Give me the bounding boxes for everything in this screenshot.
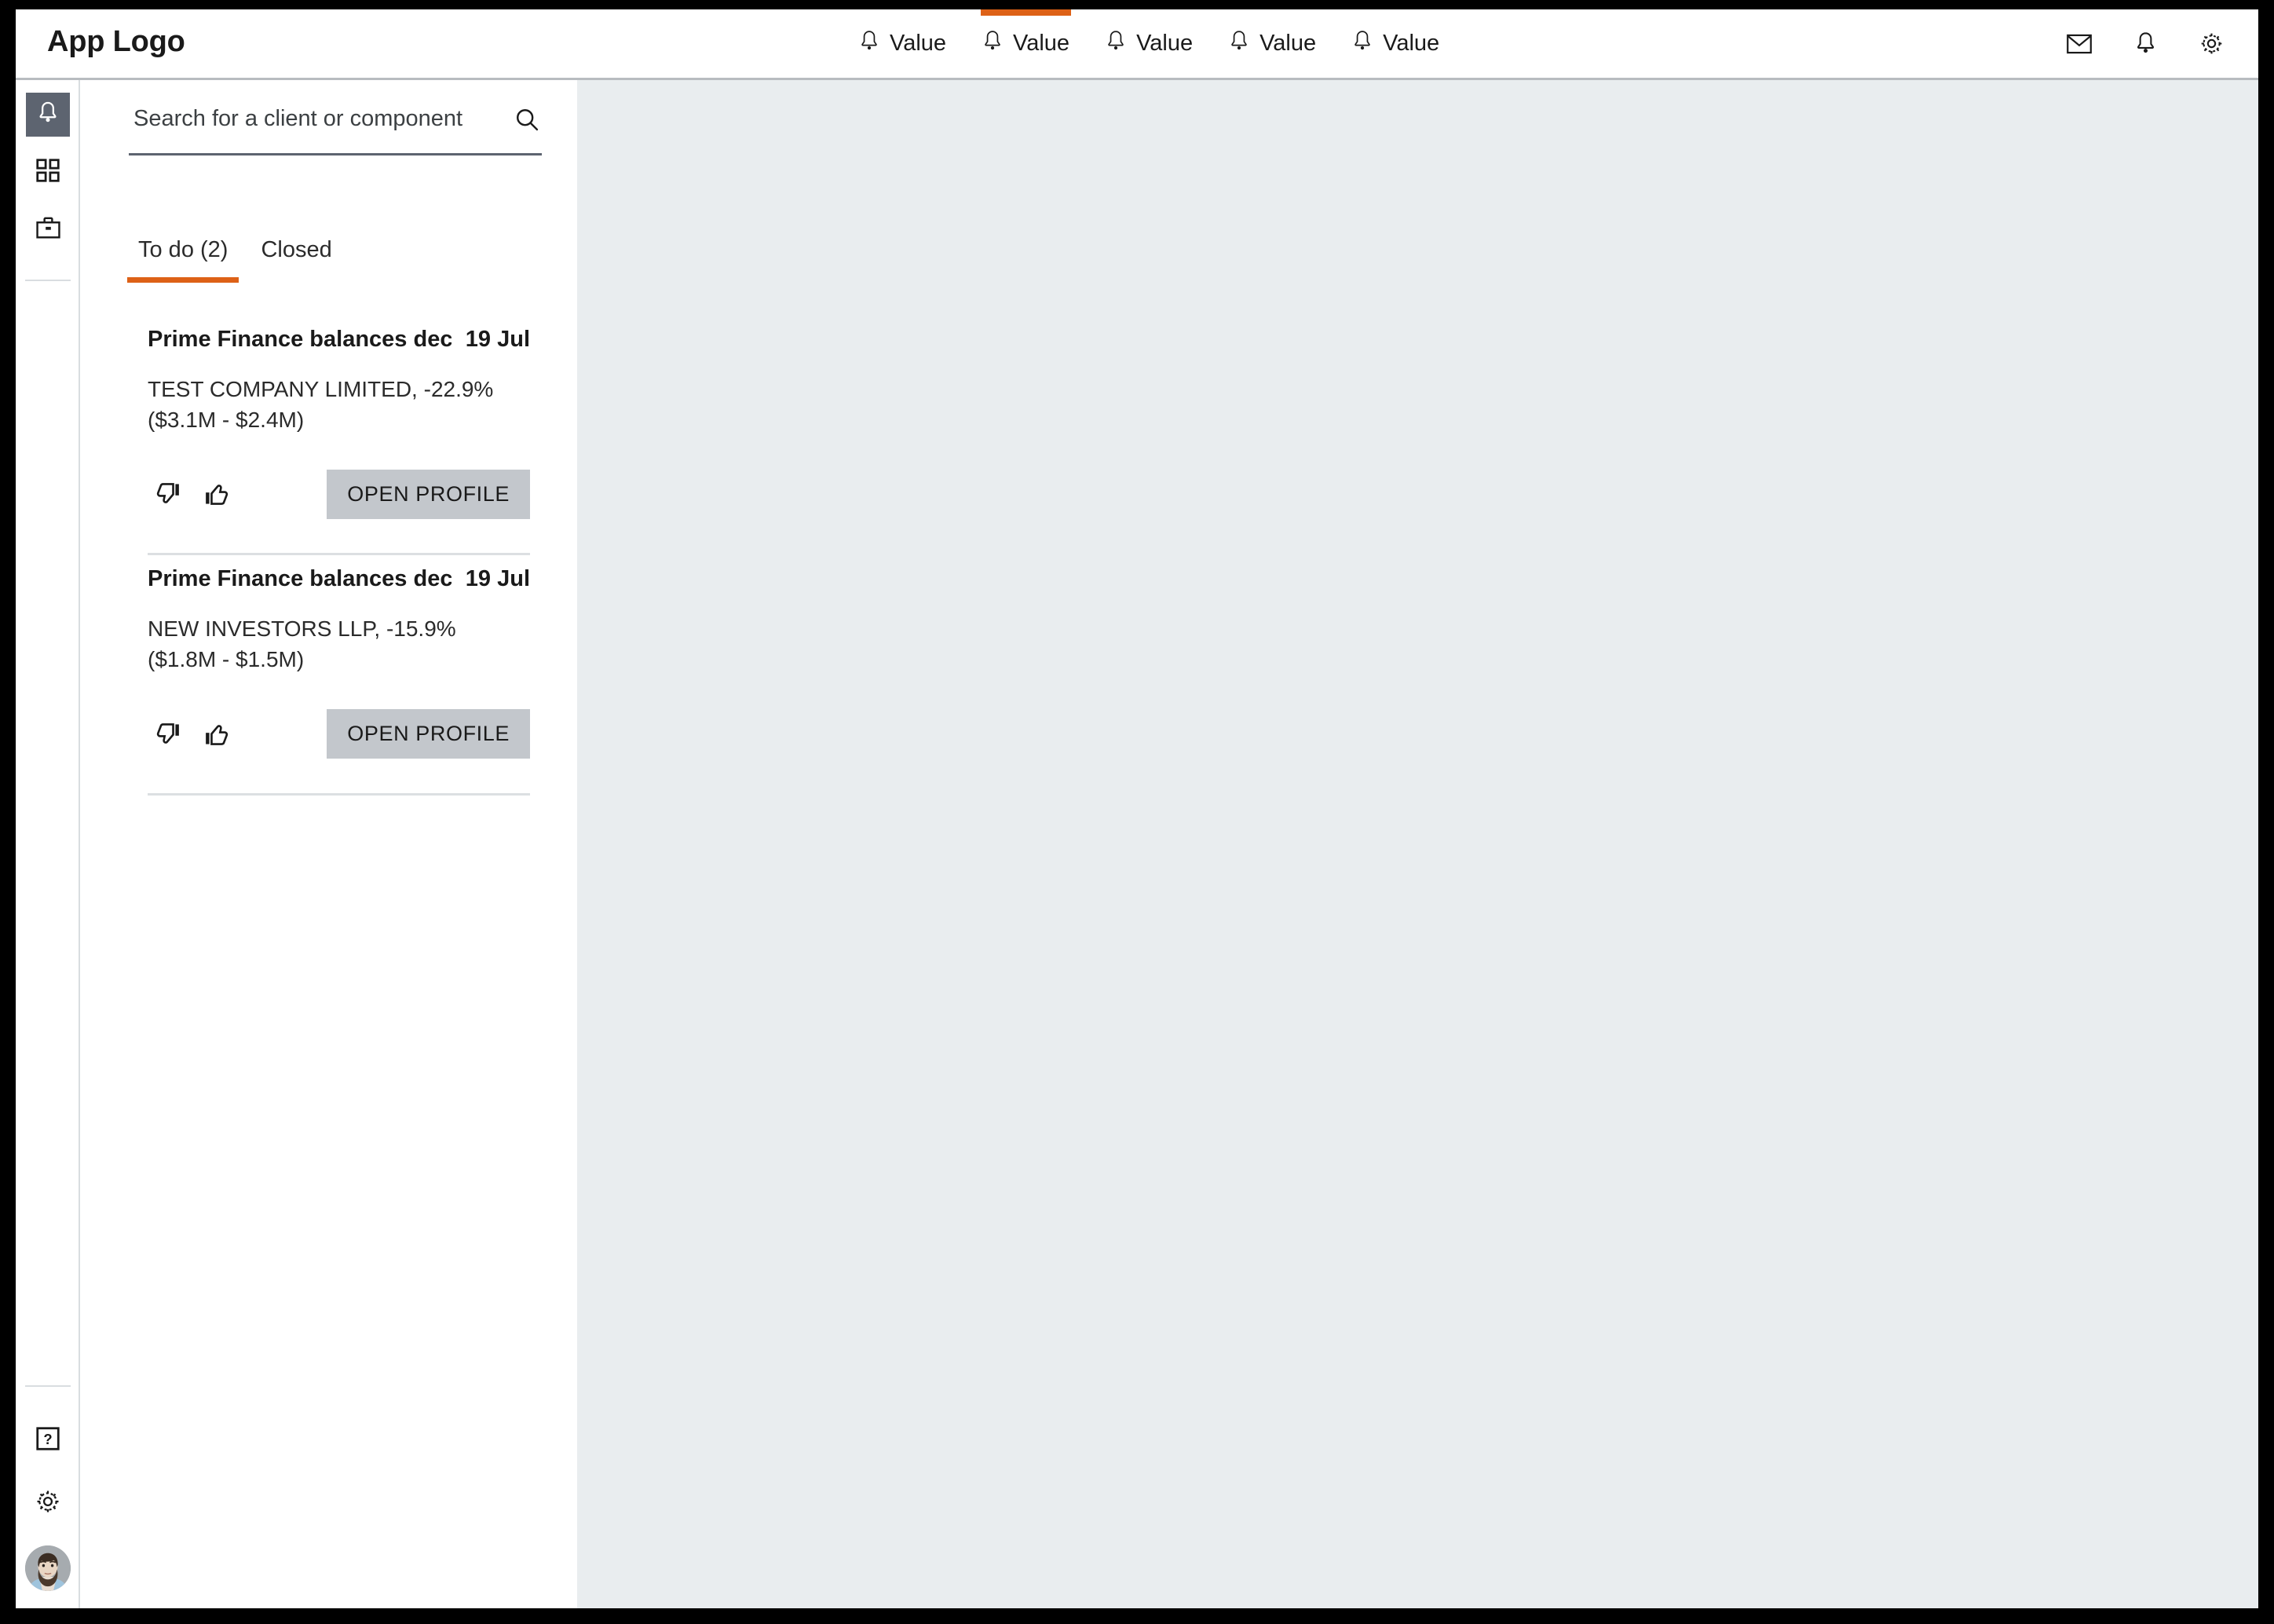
search-input[interactable]	[129, 106, 515, 143]
mail-icon[interactable]	[2067, 34, 2092, 54]
bell-icon[interactable]	[2134, 31, 2157, 57]
nav-item-label: Value	[1013, 31, 1070, 56]
gear-icon	[35, 1489, 60, 1518]
nav-item-label: Value	[1383, 31, 1440, 56]
sidebar-rail: ?	[16, 80, 80, 1608]
rail-item-portfolio[interactable]	[26, 207, 70, 251]
rail-item-settings[interactable]	[26, 1481, 70, 1525]
nav-item-5[interactable]: Value	[1349, 9, 1442, 78]
nav-item-label: Value	[890, 31, 947, 56]
bell-icon	[1352, 30, 1373, 57]
rail-divider	[25, 280, 71, 281]
rail-divider	[25, 1385, 71, 1387]
briefcase-icon	[35, 217, 60, 243]
notification-actions: OPEN PROFILE	[148, 469, 530, 519]
main-content-area	[577, 80, 2258, 1608]
app-header: App Logo Value Value Value Value Value	[16, 9, 2258, 80]
nav-item-label: Value	[1136, 31, 1194, 56]
header-actions	[2067, 9, 2224, 78]
notification-title: Prime Finance balances declined...	[148, 566, 452, 592]
notification-actions: OPEN PROFILE	[148, 709, 530, 759]
nav-item-4[interactable]: Value	[1226, 9, 1319, 78]
search-bar	[129, 96, 542, 155]
app-logo: App Logo	[47, 25, 185, 58]
open-profile-button[interactable]: OPEN PROFILE	[327, 709, 530, 759]
notification-header: Prime Finance balances declined... 19 Ju…	[148, 327, 530, 353]
app-window: App Logo Value Value Value Value Value ?…	[16, 9, 2258, 1608]
card-divider	[148, 792, 530, 796]
nav-item-3[interactable]: Value	[1102, 9, 1196, 78]
rail-item-dashboard[interactable]	[26, 150, 70, 194]
notification-tabs: To do (2) Closed	[127, 237, 343, 283]
thumbs-up-icon[interactable]	[196, 474, 237, 514]
bell-icon	[1229, 30, 1249, 57]
open-profile-button[interactable]: OPEN PROFILE	[327, 469, 530, 519]
thumbs-up-icon[interactable]	[196, 714, 237, 755]
notification-card[interactable]: Prime Finance balances declined... 19 Ju…	[148, 316, 530, 519]
svg-text:?: ?	[43, 1430, 52, 1447]
rail-item-help[interactable]: ?	[26, 1418, 70, 1462]
notification-card[interactable]: Prime Finance balances declined... 19 Ju…	[148, 555, 530, 759]
thumbs-down-icon[interactable]	[148, 714, 188, 755]
notification-body: NEW INVESTORS LLP, -15.9% ($1.8M - $1.5M…	[148, 616, 456, 671]
notification-header: Prime Finance balances declined... 19 Ju…	[148, 566, 530, 592]
header-nav: Value Value Value Value Value	[856, 9, 1442, 78]
avatar[interactable]	[25, 1545, 71, 1591]
notification-list[interactable]: Prime Finance balances declined... 19 Ju…	[82, 316, 577, 1572]
nav-item-label: Value	[1259, 31, 1317, 56]
search-icon[interactable]	[515, 108, 542, 142]
rail-item-alerts[interactable]	[26, 93, 70, 137]
tab-closed[interactable]: Closed	[250, 237, 342, 283]
bell-icon	[859, 30, 879, 57]
bell-icon	[37, 101, 59, 130]
notification-body: TEST COMPANY LIMITED, -22.9% ($3.1M - $2…	[148, 377, 494, 432]
bell-icon	[982, 30, 1003, 57]
notification-date: 19 Jul	[465, 327, 530, 352]
bell-icon	[1106, 30, 1126, 57]
notification-title: Prime Finance balances declined...	[148, 327, 452, 352]
grid-icon	[36, 158, 60, 186]
gear-icon[interactable]	[2199, 31, 2224, 56]
nav-item-1[interactable]: Value	[856, 9, 949, 78]
notification-panel: To do (2) Closed Prime Finance balances …	[82, 80, 577, 1608]
notification-date: 19 Jul	[465, 566, 530, 592]
tab-todo[interactable]: To do (2)	[127, 237, 239, 283]
help-icon: ?	[36, 1426, 60, 1454]
thumbs-down-icon[interactable]	[148, 474, 188, 514]
nav-item-2[interactable]: Value	[979, 9, 1073, 78]
rail-bottom-group: ?	[16, 1385, 80, 1591]
rail-top-group	[16, 80, 80, 281]
